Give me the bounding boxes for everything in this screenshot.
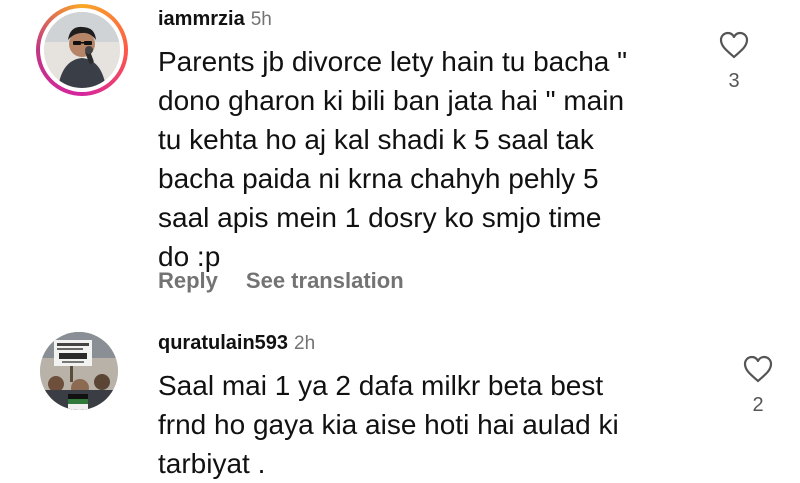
timestamp: 2h bbox=[294, 333, 316, 354]
comment-header: quratulain593 2h bbox=[158, 332, 315, 355]
story-ring[interactable] bbox=[36, 4, 128, 96]
comment-text: Saal mai 1 ya 2 dafa milkr beta best frn… bbox=[158, 366, 619, 483]
heart-outline-icon[interactable] bbox=[714, 30, 754, 60]
comment-text: Parents jb divorce lety hain tu bacha " … bbox=[158, 42, 627, 276]
timestamp: 5h bbox=[250, 9, 272, 30]
comment-line: tarbiyat . bbox=[158, 448, 266, 479]
see-translation-button[interactable]: See translation bbox=[246, 268, 404, 293]
like-control: 3 bbox=[714, 30, 754, 93]
username[interactable]: iammrzia bbox=[158, 8, 245, 30]
comment-line: dono gharon ki bili ban jata hai " main bbox=[158, 85, 625, 116]
like-control: 2 bbox=[738, 354, 778, 417]
comment-1: iammrzia 5h Parents jb divorce lety hain … bbox=[0, 0, 800, 310]
comment-line: bacha paida ni krna chahyh pehly 5 bbox=[158, 163, 599, 194]
comment-line: tu kehta ho aj kal shadi k 5 saal tak bbox=[158, 124, 594, 155]
avatar[interactable] bbox=[44, 12, 120, 88]
reply-button[interactable]: Reply bbox=[158, 268, 218, 293]
comment-line: Saal mai 1 ya 2 dafa milkr beta best bbox=[158, 370, 604, 401]
comment-actions: Reply See translation bbox=[158, 268, 404, 294]
comment-2: quratulain593 2h Saal mai 1 ya 2 dafa mil… bbox=[0, 320, 800, 480]
like-count: 2 bbox=[752, 394, 764, 416]
comment-line: saal apis mein 1 dosry ko smjo time bbox=[158, 202, 602, 233]
comment-line: Parents jb divorce lety hain tu bacha " bbox=[158, 46, 628, 77]
comment-header: iammrzia 5h bbox=[158, 8, 272, 31]
username[interactable]: quratulain593 bbox=[158, 332, 288, 354]
avatar[interactable] bbox=[40, 332, 118, 410]
comment-line: frnd ho gaya kia aise hoti hai aulad ki bbox=[158, 409, 619, 440]
heart-outline-icon[interactable] bbox=[738, 354, 778, 384]
like-count: 3 bbox=[728, 70, 740, 92]
